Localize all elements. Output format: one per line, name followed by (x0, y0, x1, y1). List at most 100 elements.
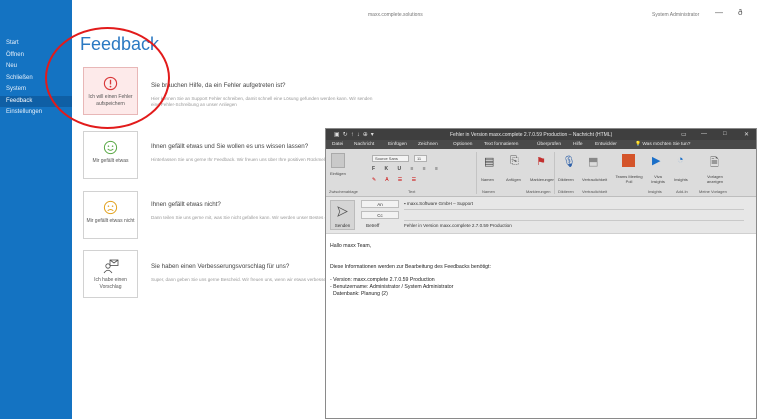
sidebar-item-new[interactable]: Neu (0, 61, 72, 73)
tell-me-search[interactable]: 💡 Was möchten Sie tun? (635, 142, 690, 147)
group-label: Markierungen (526, 189, 551, 194)
app-title: maxx.complete.solutions (368, 12, 423, 18)
names-button[interactable]: Namen (481, 177, 494, 182)
card-label: Ich will einen Fehler aufspeichern (88, 94, 133, 107)
question-title: Ihnen gefällt etwas nicht? (151, 201, 221, 208)
card-label: Ich habe einen Vorschlag (94, 277, 127, 290)
tab-review[interactable]: Überprüfen (537, 142, 561, 147)
group-label: Add-In (676, 189, 688, 194)
view-templates-button[interactable]: Vorlagen anzeigen (702, 174, 728, 184)
card-label: Mir gefällt etwas (92, 158, 129, 164)
cc-button[interactable]: Cc (361, 211, 399, 219)
close-button[interactable]: ✕ (744, 131, 749, 138)
microphone-icon[interactable]: 🎙 (562, 155, 576, 168)
minimize-button[interactable]: — (701, 131, 707, 137)
mail-person-icon (103, 259, 118, 274)
email-body[interactable]: Hallo maxx Team, Diese Informationen wer… (330, 243, 491, 298)
attach-icon[interactable]: ⎘ (510, 155, 519, 168)
sensitivity-icon[interactable]: ⬒ (588, 155, 598, 168)
templates-icon[interactable]: 🗎 (710, 154, 719, 173)
top-bar: maxx.complete.solutions System Administr… (72, 0, 757, 30)
warning-icon (103, 76, 118, 91)
font-name-select[interactable]: Source Sans (372, 155, 409, 162)
page-title: Feedback (80, 34, 160, 54)
font-size-select[interactable]: 11 (414, 155, 428, 162)
insights-icon[interactable]: ◔ (677, 154, 684, 166)
teams-meeting-icon[interactable] (622, 154, 635, 167)
tab-insert[interactable]: Einfügen (388, 142, 407, 147)
card-label: Mir gefällt etwas nicht (86, 218, 135, 224)
email-line: Datenbank: Planung (2) (333, 291, 388, 297)
smiley-sad-icon (103, 200, 118, 215)
ribbon-tabs: Datei Nachricht Einfügen Zeichnen Option… (326, 140, 756, 149)
pin-icon[interactable]: ð (738, 8, 742, 17)
subject-field[interactable]: Fehler in Version maxx.complete 2.7.0.59… (404, 223, 512, 228)
sidebar-item-open[interactable]: Öffnen (0, 50, 72, 62)
tab-options[interactable]: Optionen (453, 142, 472, 147)
subject-label: Betreff (366, 223, 380, 228)
sensitivity-button[interactable]: Vertraulichkeit (582, 177, 607, 182)
smiley-happy-icon (103, 140, 118, 155)
group-label: Text (408, 189, 416, 194)
send-icon (337, 206, 348, 217)
group-label: Insights (648, 189, 662, 194)
email-window-title: Fehler in Version maxx.complete 2.7.0.59… (450, 132, 613, 138)
dislike-something-card[interactable]: Mir gefällt etwas nicht (83, 191, 138, 239)
suggestion-card[interactable]: Ich habe einen Vorschlag (83, 250, 138, 298)
to-recipient-name: maxx.Software GmbH – Support (406, 201, 474, 206)
app-window: Start Öffnen Neu Schließen System Feedba… (0, 0, 757, 419)
format-buttons[interactable]: F K U ≡ ≡ ≡ (372, 166, 442, 172)
sidebar-item-system[interactable]: System (0, 84, 72, 96)
group-label: Zwischenablage (329, 189, 358, 194)
user-name: System Administrator (652, 12, 700, 18)
sidebar-item-close[interactable]: Schließen (0, 73, 72, 85)
paste-icon[interactable] (331, 153, 345, 168)
tab-message[interactable]: Nachricht (354, 142, 374, 147)
to-button[interactable]: An (361, 200, 399, 208)
viva-insights-button[interactable]: Viva Insights (647, 174, 669, 184)
ribbon-display-button[interactable]: ▭ (681, 131, 687, 138)
backstage-sidebar: Start Öffnen Neu Schließen System Feedba… (0, 0, 72, 419)
minimize-button[interactable]: — (715, 8, 723, 17)
attach-button[interactable]: Anfügen (506, 177, 521, 182)
email-intro: Diese Informationen werden zur Bearbeitu… (330, 264, 491, 270)
quick-access-toolbar-icons[interactable]: ▣↻↑↓⊕▾ (334, 131, 377, 138)
tab-draw[interactable]: Zeichnen (418, 142, 438, 147)
sidebar-item-feedback[interactable]: Feedback (0, 95, 72, 107)
email-greeting: Hallo maxx Team, (330, 243, 372, 249)
maximize-button[interactable]: □ (723, 131, 727, 137)
send-label: Senden (334, 223, 351, 228)
viva-insights-icon[interactable]: ▶ (652, 154, 660, 167)
teams-meeting-button[interactable]: Teams Meeting Poll (615, 174, 643, 184)
ribbon: Einfügen Source Sans 11 F K U ≡ ≡ ≡ ✎ A … (326, 149, 756, 197)
tab-format-text[interactable]: Text formatieren (484, 142, 518, 147)
question-title: Sie brauchen Hilfe, da ein Fehler aufget… (151, 82, 286, 89)
sidebar-item-settings[interactable]: Einstellungen (0, 107, 72, 119)
like-something-card[interactable]: Mir gefällt etwas (83, 131, 138, 179)
tell-me-label: Was möchten Sie tun? (642, 141, 691, 147)
paste-label: Einfügen (330, 171, 346, 176)
group-label: Meine Vorlagen (699, 189, 727, 194)
send-button[interactable]: Senden (330, 200, 355, 230)
group-label: Diktieren (558, 189, 574, 194)
tags-button[interactable]: Markierungen (530, 177, 554, 182)
to-recipient[interactable]: ▪ maxx.Software GmbH – Support (404, 201, 473, 206)
highlight-font-color-icons[interactable]: ✎ A ☰ ☰ (372, 177, 420, 183)
dictate-button[interactable]: Diktieren (558, 177, 574, 182)
tab-help[interactable]: Hilfe (573, 142, 583, 147)
tab-file[interactable]: Datei (332, 142, 343, 147)
question-title: Ihnen gefällt etwas und Sie wollen es un… (151, 143, 309, 150)
flag-icon[interactable]: ⚑ (536, 155, 546, 168)
insights-button[interactable]: Insights (674, 177, 688, 182)
sidebar-item-start[interactable]: Start (0, 38, 72, 50)
tab-developer[interactable]: Entwickler (595, 142, 617, 147)
email-header: Senden An Cc ▪ maxx.Software GmbH – Supp… (326, 197, 756, 234)
email-line: - Version: maxx.complete 2.7.0.59 Produc… (330, 277, 435, 283)
address-book-icon[interactable]: ▤ (484, 155, 494, 168)
question-description: Hier können Sie an Support Fehler schrei… (151, 96, 373, 107)
email-line: - Benutzername: Administrator / System A… (330, 284, 454, 290)
question-title: Sie haben einen Verbesserungsvorschlag f… (151, 263, 290, 270)
group-label: Namen (482, 189, 495, 194)
group-label: Vertraulichkeit (582, 189, 608, 194)
report-error-card[interactable]: Ich will einen Fehler aufspeichern (83, 67, 138, 115)
